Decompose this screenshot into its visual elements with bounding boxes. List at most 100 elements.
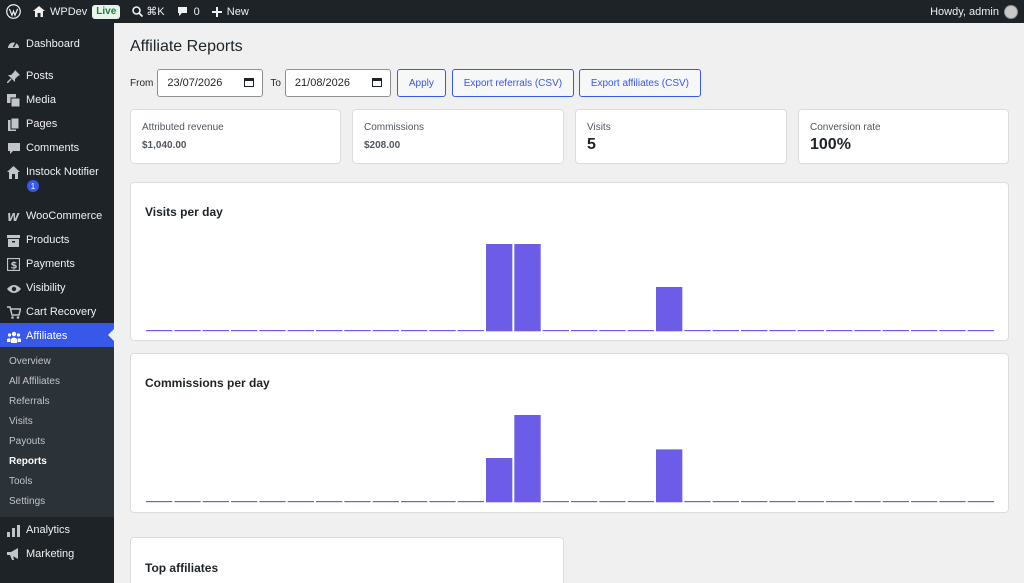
- bar-baseline: [712, 330, 739, 332]
- menu-item-cart-recovery[interactable]: Cart Recovery: [0, 299, 114, 323]
- menu-item-label: Analytics: [26, 524, 71, 536]
- stat-card-commissions: Commissions $208.00: [352, 109, 564, 164]
- stat-label: Commissions: [364, 122, 425, 133]
- stat-card-visits: Visits 5: [575, 109, 787, 164]
- new-label: New: [226, 5, 249, 18]
- svg-text:$: $: [11, 261, 18, 272]
- submenu-item-payouts[interactable]: Payouts: [0, 431, 114, 451]
- bar-baseline: [316, 501, 343, 503]
- bar[interactable]: [486, 458, 513, 503]
- bar-baseline: [911, 501, 938, 503]
- new-content-link[interactable]: New: [206, 0, 255, 23]
- submenu-item-reports[interactable]: Reports: [0, 451, 114, 471]
- admin-sidebar: Dashboard Posts Media Pages Comments Ins…: [0, 23, 114, 583]
- menu-item-affiliates[interactable]: Affiliates: [0, 323, 114, 347]
- bar-baseline: [684, 501, 711, 503]
- bar-baseline: [542, 330, 569, 332]
- svg-text:W: W: [7, 212, 20, 222]
- menu-item-pages[interactable]: Pages: [0, 111, 114, 135]
- menu-item-comments[interactable]: Comments: [0, 135, 114, 159]
- commissions-chart: [146, 415, 994, 503]
- menu-item-dashboard[interactable]: Dashboard: [0, 31, 114, 55]
- stat-label: Visits: [587, 122, 611, 133]
- from-date-value: 23/07/2026: [167, 77, 223, 89]
- bar-baseline: [372, 501, 399, 503]
- stat-value: 5: [587, 136, 596, 153]
- notification-badge: 1: [27, 180, 39, 192]
- bar-baseline: [741, 501, 768, 503]
- menu-item-analytics[interactable]: Analytics: [0, 517, 114, 541]
- bar-baseline: [287, 330, 314, 332]
- menu-item-label: Cart Recovery: [26, 306, 97, 318]
- bar[interactable]: [514, 415, 541, 503]
- menu-item-label: Marketing: [26, 548, 75, 560]
- bar-baseline: [344, 330, 371, 332]
- menu-item-marketing[interactable]: Marketing: [0, 541, 114, 565]
- comments-link[interactable]: 0: [171, 0, 206, 23]
- chart-title: Visits per day: [145, 205, 223, 219]
- menu-item-label: Affiliates: [26, 330, 68, 342]
- menu-item-payments[interactable]: $ Payments: [0, 251, 114, 275]
- bar-baseline: [372, 330, 399, 332]
- bar[interactable]: [656, 449, 683, 503]
- calendar-icon[interactable]: [244, 77, 255, 90]
- menu-item-media[interactable]: Media: [0, 87, 114, 111]
- search-button[interactable]: ⌘K: [126, 0, 170, 23]
- home-icon: [33, 6, 45, 17]
- menu-item-woocommerce[interactable]: W WooCommerce: [0, 203, 114, 227]
- submenu-item-settings[interactable]: Settings: [0, 491, 114, 511]
- menu-item-instock-notifier[interactable]: Instock Notifier 1: [0, 159, 114, 197]
- bar[interactable]: [656, 287, 683, 332]
- bar-baseline: [967, 330, 994, 332]
- menu-item-label: Payments: [26, 258, 75, 270]
- bar-baseline: [826, 501, 853, 503]
- bar-baseline: [429, 501, 456, 503]
- pin-icon: [6, 70, 21, 83]
- bar[interactable]: [486, 244, 513, 332]
- megaphone-icon: [6, 548, 21, 561]
- bar-baseline: [231, 330, 258, 332]
- bar-baseline: [344, 501, 371, 503]
- bar-baseline: [797, 501, 824, 503]
- bar-baseline: [882, 501, 909, 503]
- bar-baseline: [571, 330, 598, 332]
- submenu-item-all-affiliates[interactable]: All Affiliates: [0, 371, 114, 391]
- woo-icon: W: [6, 210, 21, 223]
- stat-card-revenue: Attributed revenue $1,040.00: [130, 109, 341, 164]
- bar-baseline: [287, 501, 314, 503]
- submenu-item-referrals[interactable]: Referrals: [0, 391, 114, 411]
- submenu-item-visits[interactable]: Visits: [0, 411, 114, 431]
- account-menu[interactable]: Howdy, admin: [930, 4, 1024, 19]
- menu-item-products[interactable]: Products: [0, 227, 114, 251]
- to-date-input[interactable]: 21/08/2026: [284, 69, 391, 97]
- submenu-item-tools[interactable]: Tools: [0, 471, 114, 491]
- site-name-link[interactable]: WPDev Live: [27, 0, 126, 23]
- bar-baseline: [202, 330, 229, 332]
- bar-baseline: [174, 330, 201, 332]
- dashboard-icon: [6, 38, 21, 51]
- from-date-input[interactable]: 23/07/2026: [157, 69, 264, 97]
- bar-baseline: [571, 501, 598, 503]
- submenu-item-overview[interactable]: Overview: [0, 351, 114, 371]
- top-affiliates-title: Top affiliates: [145, 561, 219, 575]
- stat-value: 100%: [810, 136, 851, 153]
- bar-baseline: [627, 501, 654, 503]
- commissions-chart-card: Commissions per day: [130, 353, 1009, 513]
- menu-item-label: Posts: [26, 70, 54, 82]
- comments-icon: [6, 142, 21, 155]
- calendar-icon[interactable]: [371, 77, 382, 90]
- menu-item-visibility[interactable]: Visibility: [0, 275, 114, 299]
- menu-item-label: Comments: [26, 142, 80, 154]
- bar-baseline: [401, 330, 428, 332]
- apply-button[interactable]: Apply: [396, 69, 446, 97]
- bar-baseline: [797, 330, 824, 332]
- export-referrals-button[interactable]: Export referrals (CSV): [451, 69, 574, 97]
- site-name: WPDev: [50, 5, 88, 18]
- cart-icon: [6, 306, 21, 319]
- bar[interactable]: [514, 244, 541, 332]
- menu-item-posts[interactable]: Posts: [0, 63, 114, 87]
- wordpress-logo-icon[interactable]: [0, 0, 27, 23]
- export-affiliates-button[interactable]: Export affiliates (CSV): [578, 69, 701, 97]
- bar-baseline: [854, 501, 881, 503]
- date-filter-row: From 23/07/2026 To 21/08/2026 Apply Expo…: [130, 69, 701, 97]
